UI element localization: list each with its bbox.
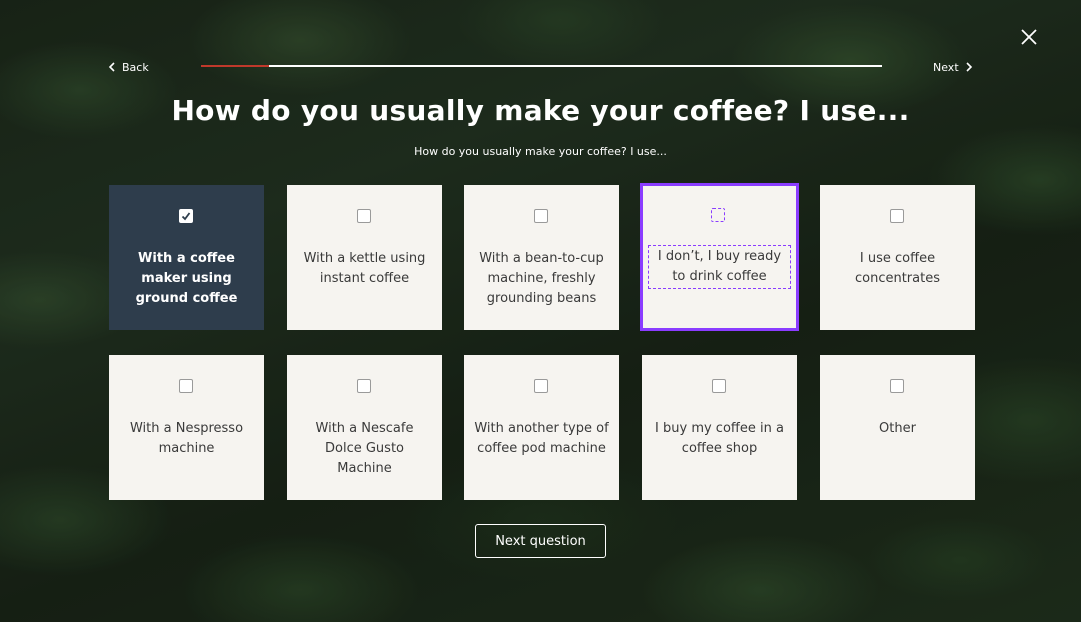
option-label-text: With a Nescafe Dolce Gusto Machine: [315, 421, 414, 476]
back-label: Back: [122, 60, 149, 74]
option-label-text: I don’t, I buy ready to drink coffee: [648, 245, 791, 289]
option-card[interactable]: With a kettle using instant coffee: [287, 185, 442, 330]
chevron-right-icon: [966, 62, 972, 72]
option-checkbox[interactable]: [534, 209, 548, 223]
option-label: With a Nespresso machine: [119, 419, 254, 459]
option-checkbox[interactable]: [357, 379, 371, 393]
next-button[interactable]: Next: [933, 58, 973, 76]
option-label: I use coffee concentrates: [830, 249, 965, 289]
option-label-text: I buy my coffee in a coffee shop: [655, 421, 784, 456]
quiz-screen: Back Next How do you usually make your c…: [0, 0, 1081, 622]
option-card[interactable]: I use coffee concentrates: [820, 185, 975, 330]
progress-fill: [201, 65, 270, 67]
option-label-text: With a kettle using instant coffee: [303, 251, 426, 286]
option-label-text: Other: [879, 421, 916, 436]
option-card[interactable]: With another type of coffee pod machine: [464, 355, 619, 500]
option-label: With a coffee maker using ground coffee: [119, 249, 254, 309]
option-card[interactable]: With a coffee maker using ground coffee: [109, 185, 264, 330]
chevron-left-icon: [108, 62, 115, 72]
option-card[interactable]: I buy my coffee in a coffee shop: [642, 355, 797, 500]
option-card[interactable]: I don’t, I buy ready to drink coffee: [640, 183, 799, 331]
option-label: Other: [830, 419, 965, 439]
option-label: With a Nescafe Dolce Gusto Machine: [297, 419, 432, 479]
option-label-text: With another type of coffee pod machine: [474, 421, 609, 456]
option-label: I buy my coffee in a coffee shop: [652, 419, 787, 459]
next-label: Next: [933, 60, 959, 74]
option-label-text: With a Nespresso machine: [129, 421, 244, 456]
option-card[interactable]: Other: [820, 355, 975, 500]
option-checkbox[interactable]: [534, 379, 548, 393]
option-card[interactable]: With a bean-to-cup machine, freshly grou…: [464, 185, 619, 330]
option-label: With another type of coffee pod machine: [474, 419, 609, 459]
question-title: How do you usually make your coffee? I u…: [171, 94, 910, 127]
progress-bar: [201, 65, 882, 67]
option-card[interactable]: With a Nespresso machine: [109, 355, 264, 500]
checkmark-icon: [181, 212, 191, 221]
option-label: I don’t, I buy ready to drink coffee: [648, 245, 791, 289]
back-button[interactable]: Back: [108, 58, 149, 76]
option-checkbox[interactable]: [890, 209, 904, 223]
question-subtitle: How do you usually make your coffee? I u…: [414, 145, 667, 158]
option-label-text: I use coffee concentrates: [854, 251, 940, 286]
option-checkbox[interactable]: [179, 209, 193, 223]
option-card[interactable]: With a Nescafe Dolce Gusto Machine: [287, 355, 442, 500]
close-button[interactable]: [1018, 26, 1040, 48]
option-checkbox[interactable]: [712, 379, 726, 393]
option-label: With a bean-to-cup machine, freshly grou…: [474, 249, 609, 309]
option-label-text: With a bean-to-cup machine, freshly grou…: [479, 251, 604, 306]
close-icon: [1021, 29, 1037, 45]
option-label-text: With a coffee maker using ground coffee: [135, 251, 238, 306]
next-question-button[interactable]: Next question: [475, 524, 606, 558]
option-checkbox[interactable]: [890, 379, 904, 393]
option-checkbox[interactable]: [179, 379, 193, 393]
option-label: With a kettle using instant coffee: [297, 249, 432, 289]
option-checkbox[interactable]: [357, 209, 371, 223]
option-checkbox[interactable]: [711, 208, 725, 222]
